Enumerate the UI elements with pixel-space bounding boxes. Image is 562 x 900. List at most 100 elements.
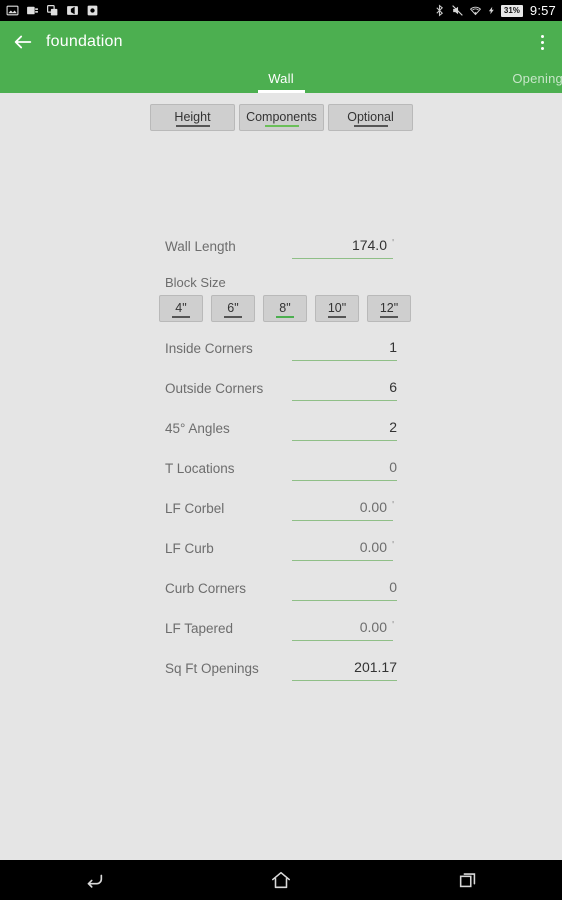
block-size-option-8[interactable]: 8" xyxy=(263,295,307,322)
field-label: LF Curb xyxy=(165,541,214,556)
tab-bar: Wall Openings xyxy=(0,63,562,93)
field-value[interactable]: 2 xyxy=(287,419,397,435)
section-tab-underline xyxy=(175,125,210,127)
field-t-locations[interactable]: T Locations 0 xyxy=(0,455,562,495)
block-size-option-4[interactable]: 4" xyxy=(159,295,203,322)
field-underline xyxy=(292,520,393,521)
block-size-option-10-label: 10" xyxy=(327,301,347,316)
nav-home-button[interactable] xyxy=(251,860,311,900)
app-bar: foundation xyxy=(0,21,562,63)
field-label: Inside Corners xyxy=(165,341,253,356)
charging-bolt-icon xyxy=(488,6,494,15)
block-size-underline-active xyxy=(276,316,294,318)
block-size-underline xyxy=(380,316,398,318)
field-value[interactable]: 174.0 xyxy=(277,237,387,253)
tab-openings[interactable]: Openings xyxy=(485,63,562,93)
block-size-option-6[interactable]: 6" xyxy=(211,295,255,322)
block-size-option-12-label: 12" xyxy=(379,301,399,316)
nav-back-button[interactable] xyxy=(64,860,124,900)
copy-icon xyxy=(47,5,58,16)
field-lf-corbel[interactable]: LF Corbel 0.00 ' xyxy=(0,495,562,535)
field-underline xyxy=(292,258,393,259)
field-label: 45° Angles xyxy=(165,421,230,436)
field-underline xyxy=(292,480,397,481)
tab-wall[interactable]: Wall xyxy=(225,63,337,93)
field-value[interactable]: 0 xyxy=(287,459,397,475)
field-wall-length[interactable]: Wall Length 174.0 ' xyxy=(0,233,562,273)
field-lf-curb[interactable]: LF Curb 0.00 ' xyxy=(0,535,562,575)
app-icon-1 xyxy=(67,6,78,15)
page-title: foundation xyxy=(46,33,123,50)
bluetooth-icon xyxy=(436,4,443,17)
field-underline xyxy=(292,600,397,601)
block-size-label: Block Size xyxy=(165,275,226,290)
section-tab-height[interactable]: Height xyxy=(150,104,235,131)
battery-level: 31% xyxy=(500,4,523,17)
field-label: T Locations xyxy=(165,461,235,476)
field-outside-corners[interactable]: Outside Corners 6 xyxy=(0,375,562,415)
field-45-angles[interactable]: 45° Angles 2 xyxy=(0,415,562,455)
field-unit: ' xyxy=(392,500,394,511)
section-tab-height-label: Height xyxy=(174,110,211,125)
field-value[interactable]: 1 xyxy=(287,339,397,355)
back-nav-icon xyxy=(87,874,102,888)
section-tab-optional-label: Optional xyxy=(347,110,394,125)
recents-nav-icon xyxy=(460,873,476,888)
overflow-menu-button[interactable] xyxy=(522,21,562,63)
field-label: Wall Length xyxy=(165,239,236,254)
more-vert-icon xyxy=(540,34,544,38)
block-size-option-4-label: 4" xyxy=(175,301,187,316)
field-inside-corners[interactable]: Inside Corners 1 xyxy=(0,335,562,375)
status-bar-notification-icons xyxy=(6,4,99,17)
field-sq-ft-openings[interactable]: Sq Ft Openings 201.17 xyxy=(0,655,562,695)
block-size-underline xyxy=(328,316,346,318)
nav-recents-button[interactable] xyxy=(438,860,498,900)
field-label: Outside Corners xyxy=(165,381,264,396)
android-navigation-bar xyxy=(0,860,562,900)
block-size-underline xyxy=(224,316,242,318)
block-size-option-8-label: 8" xyxy=(279,301,291,316)
wifi-icon xyxy=(469,6,481,16)
status-bar: 31% 9:57 xyxy=(0,0,562,21)
section-tab-components[interactable]: Components xyxy=(239,104,324,131)
field-lf-tapered[interactable]: LF Tapered 0.00 ' xyxy=(0,615,562,655)
field-underline xyxy=(292,440,397,441)
field-label: LF Corbel xyxy=(165,501,225,516)
block-size-underline xyxy=(172,316,190,318)
section-tab-underline xyxy=(353,125,388,127)
field-underline xyxy=(292,360,397,361)
back-button[interactable] xyxy=(0,21,46,63)
more-vert-icon xyxy=(540,46,544,50)
field-value[interactable]: 0 xyxy=(287,579,397,595)
field-value[interactable]: 201.17 xyxy=(287,659,397,675)
more-vert-icon xyxy=(540,40,544,44)
mute-icon xyxy=(452,5,463,16)
field-label: Sq Ft Openings xyxy=(165,661,259,676)
field-label: Curb Corners xyxy=(165,581,247,596)
field-underline xyxy=(292,680,397,681)
field-unit: ' xyxy=(392,540,394,551)
image-icon xyxy=(6,5,19,16)
field-value[interactable]: 0.00 xyxy=(277,499,387,515)
field-unit: ' xyxy=(392,620,394,631)
block-size-option-12[interactable]: 12" xyxy=(367,295,411,322)
field-underline xyxy=(292,640,393,641)
section-tab-components-label: Components xyxy=(246,110,317,125)
home-nav-icon xyxy=(271,871,291,889)
field-value[interactable]: 0.00 xyxy=(277,539,387,555)
field-curb-corners[interactable]: Curb Corners 0 xyxy=(0,575,562,615)
field-value[interactable]: 6 xyxy=(287,379,397,395)
field-label: LF Tapered xyxy=(165,621,234,636)
status-bar-clock: 9:57 xyxy=(529,3,556,18)
status-bar-system-icons: 31% 9:57 xyxy=(433,3,556,18)
arrow-back-icon xyxy=(14,35,32,49)
section-tab-optional[interactable]: Optional xyxy=(328,104,413,131)
block-size-options: 4" 6" 8" 10" 12" xyxy=(159,295,411,322)
block-size-option-10[interactable]: 10" xyxy=(315,295,359,322)
section-tabs: Height Components Optional xyxy=(150,104,413,131)
screenshot-icon xyxy=(27,6,38,15)
field-unit: ' xyxy=(392,238,394,249)
app-icon-2 xyxy=(87,5,98,16)
android-screen: 31% 9:57 foundation Wall Openings Height xyxy=(0,0,562,900)
field-value[interactable]: 0.00 xyxy=(277,619,387,635)
